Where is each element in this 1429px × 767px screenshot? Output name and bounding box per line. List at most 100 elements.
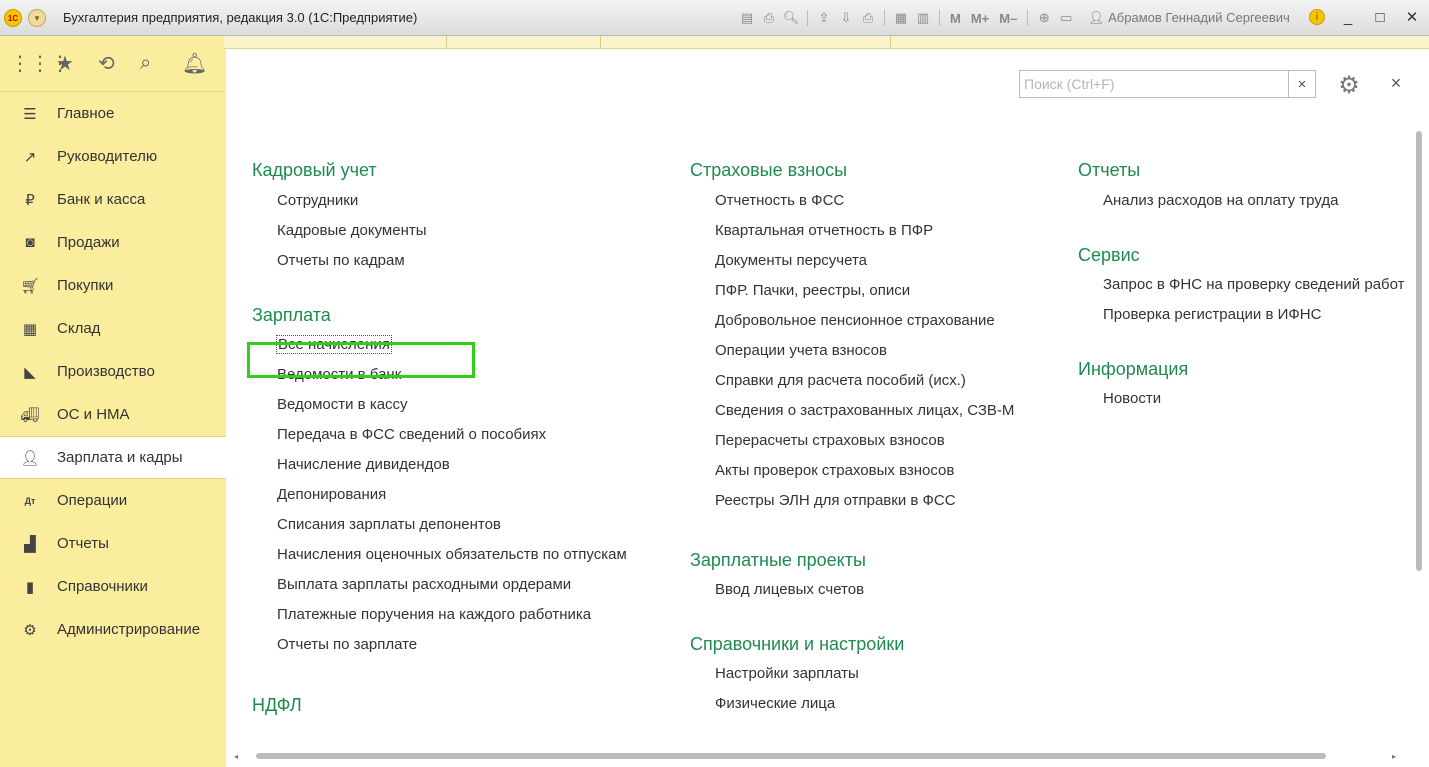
- menu-link[interactable]: Запрос в ФНС на проверку сведений работ: [1078, 270, 1405, 300]
- clear-search-button[interactable]: ×: [1288, 71, 1315, 97]
- menu-link[interactable]: Депонирования: [252, 480, 627, 510]
- favorites-icon[interactable]: ★: [56, 51, 98, 76]
- calendar-icon[interactable]: ▥: [914, 9, 932, 27]
- section-title: Справочники и настройки: [690, 634, 905, 654]
- history-icon[interactable]: ⟲: [98, 51, 140, 76]
- print-icon[interactable]: ⎙: [760, 9, 778, 27]
- menu-link[interactable]: Анализ расходов на оплату труда: [1078, 186, 1405, 216]
- menu-link[interactable]: Документы персучета: [690, 246, 1014, 276]
- menu-link[interactable]: Отчеты по кадрам: [252, 246, 627, 276]
- printer-icon[interactable]: ⎙: [859, 9, 877, 27]
- menu-link[interactable]: Платежные поручения на каждого работника: [252, 600, 627, 630]
- column-3: Отчеты Анализ расходов на оплату труда С…: [1078, 160, 1405, 414]
- menu-link[interactable]: Операции учета взносов: [690, 336, 1014, 366]
- scroll-left-icon[interactable]: ◂: [234, 752, 238, 761]
- memory-plus-button[interactable]: M+: [968, 11, 992, 26]
- upload-icon[interactable]: ⇪: [815, 9, 833, 27]
- horizontal-scrollbar[interactable]: ◂ ▸: [232, 749, 1402, 763]
- scrollbar-thumb[interactable]: [1416, 131, 1422, 571]
- menu-link[interactable]: Новости: [1078, 384, 1405, 414]
- menu-link[interactable]: Добровольное пенсионное страхование: [690, 306, 1014, 336]
- menu-link[interactable]: Акты проверок страховых взносов: [690, 456, 1014, 486]
- info-icon[interactable]: i: [1309, 9, 1325, 25]
- close-panel-button[interactable]: ×: [1386, 73, 1406, 93]
- menu-link[interactable]: Физические лица: [690, 689, 1014, 719]
- vertical-scrollbar[interactable]: [1412, 127, 1426, 719]
- sidebar-item-admin[interactable]: ⚙ Администрирование: [0, 608, 224, 651]
- cart-icon: 🛒︎: [20, 277, 40, 295]
- menu-link[interactable]: Сотрудники: [252, 186, 627, 216]
- highlight-frame: [247, 342, 475, 378]
- quick-access-bar: ⋮⋮⋮ ★ ⟲ ⌕ 🔔︎: [0, 36, 224, 92]
- menu-link[interactable]: ПФР. Пачки, реестры, описи: [690, 276, 1014, 306]
- sidebar-item-operations[interactable]: Дт Операции: [0, 479, 224, 522]
- app-logo-icon[interactable]: 1С: [4, 9, 22, 27]
- sidebar-item-sales[interactable]: ◙ Продажи: [0, 221, 224, 264]
- user-name: Абрамов Геннадий Сергеевич: [1108, 10, 1290, 25]
- menu-link[interactable]: Начисление дивидендов: [252, 450, 627, 480]
- toolbar-divider: [884, 10, 885, 26]
- bell-icon[interactable]: 🔔︎: [182, 51, 224, 76]
- menu-link[interactable]: Настройки зарплаты: [690, 659, 1014, 689]
- sidebar-item-assets[interactable]: 🚚︎ ОС и НМА: [0, 393, 224, 436]
- sidebar-item-label: Зарплата и кадры: [57, 449, 183, 466]
- toolbar-divider: [1027, 10, 1029, 26]
- search-box: ×: [1019, 70, 1316, 98]
- sidebar-item-salary[interactable]: 👤︎ Зарплата и кадры: [0, 436, 226, 479]
- menu-link[interactable]: Справки для расчета пособий (исх.): [690, 366, 1014, 396]
- sidebar-item-production[interactable]: ◣ Производство: [0, 350, 224, 393]
- maximize-button[interactable]: □: [1371, 8, 1389, 26]
- menu-link[interactable]: Начисления оценочных обязательств по отп…: [252, 540, 627, 570]
- sidebar-item-label: Банк и касса: [57, 191, 146, 208]
- section-title: Сервис: [1078, 245, 1140, 265]
- sidebar-item-label: Руководителю: [57, 148, 158, 165]
- menu-link[interactable]: Перерасчеты страховых взносов: [690, 426, 1014, 456]
- main-menu-icon[interactable]: ▾: [28, 9, 46, 27]
- menu-link[interactable]: Передача в ФСС сведений о пособиях: [252, 420, 627, 450]
- tab[interactable]: [224, 36, 447, 48]
- close-window-button[interactable]: ✕: [1403, 8, 1421, 26]
- menu-link[interactable]: Выплата зарплаты расходными ордерами: [252, 570, 627, 600]
- sidebar-item-main[interactable]: ☰ Главное: [0, 92, 224, 135]
- sidebar-item-warehouse[interactable]: ▦ Склад: [0, 307, 224, 350]
- minimize-button[interactable]: _: [1339, 8, 1357, 26]
- section-panel: × ⚙ × Кадровый учет Сотрудники Кадровые …: [226, 49, 1429, 767]
- sidebar-item-catalogs[interactable]: ▮ Справочники: [0, 565, 224, 608]
- save-icon[interactable]: ▤: [738, 9, 756, 27]
- menu-link[interactable]: Сведения о застрахованных лицах, СЗВ-М: [690, 396, 1014, 426]
- scrollbar-thumb[interactable]: [256, 753, 1326, 759]
- sidebar-item-label: Администрирование: [57, 621, 201, 638]
- memory-button[interactable]: M: [947, 11, 964, 26]
- tab[interactable]: [600, 36, 891, 48]
- search-input[interactable]: [1020, 71, 1288, 97]
- panels-icon[interactable]: ▭: [1057, 9, 1075, 27]
- calculator-icon[interactable]: ▦: [892, 9, 910, 27]
- settings-gear-icon[interactable]: ⚙: [1332, 71, 1366, 99]
- sidebar-item-director[interactable]: ↗ Руководителю: [0, 135, 224, 178]
- current-user[interactable]: 👤︎ Абрамов Геннадий Сергеевич: [1088, 10, 1290, 26]
- sidebar-item-reports[interactable]: ▟ Отчеты: [0, 522, 224, 565]
- sidebar-item-label: Главное: [57, 105, 115, 122]
- tab[interactable]: [446, 36, 601, 48]
- shopping-bag-icon: ◙: [25, 234, 35, 251]
- menu-link[interactable]: Реестры ЭЛН для отправки в ФСС: [690, 486, 1014, 516]
- sidebar-item-purchases[interactable]: 🛒︎ Покупки: [0, 264, 224, 307]
- menu-link[interactable]: Кадровые документы: [252, 216, 627, 246]
- scroll-right-icon[interactable]: ▸: [1392, 752, 1396, 761]
- memory-minus-button[interactable]: M–: [996, 11, 1020, 26]
- preview-icon[interactable]: 🔍︎: [782, 9, 800, 27]
- search-icon[interactable]: ⌕: [140, 52, 182, 75]
- menu-link[interactable]: Отчеты по зарплате: [252, 630, 627, 660]
- menu-link[interactable]: Квартальная отчетность в ПФР: [690, 216, 1014, 246]
- menu-link[interactable]: Отчетность в ФСС: [690, 186, 1014, 216]
- zoom-icon[interactable]: ⊕: [1035, 9, 1053, 27]
- sidebar-item-bank[interactable]: ₽ Банк и касса: [0, 178, 224, 221]
- open-tabs-strip: [224, 36, 1429, 49]
- menu-link[interactable]: Списания зарплаты депонентов: [252, 510, 627, 540]
- menu-link[interactable]: Ввод лицевых счетов: [690, 575, 1014, 605]
- menu-link[interactable]: Проверка регистрации в ИФНС: [1078, 300, 1405, 330]
- menu-link[interactable]: Ведомости в кассу: [252, 390, 627, 420]
- section-title: НДФЛ: [252, 695, 302, 715]
- download-icon[interactable]: ⇩: [837, 9, 855, 27]
- all-functions-icon[interactable]: ⋮⋮⋮: [10, 51, 70, 76]
